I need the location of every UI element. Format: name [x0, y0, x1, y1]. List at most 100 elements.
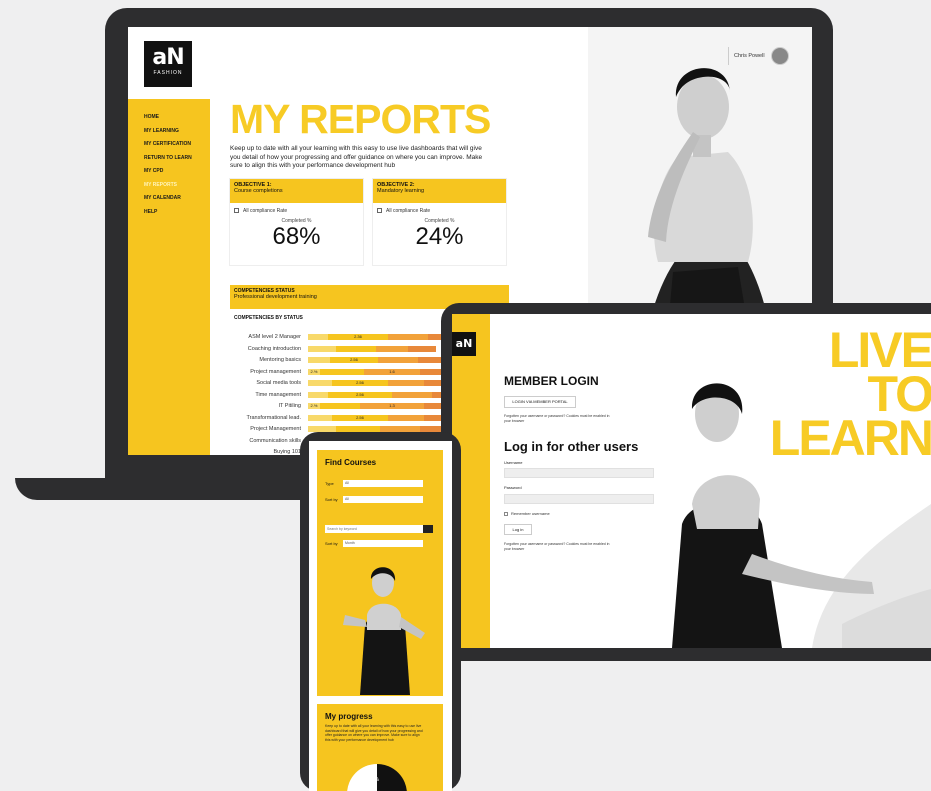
- forgot-credentials-link[interactable]: Forgotten your username or password? Coo…: [504, 414, 614, 424]
- objective-subtitle: Mandatory learning: [377, 188, 425, 194]
- sidebar-item-home[interactable]: HOME: [144, 111, 210, 125]
- competency-bar-segment: [320, 403, 360, 409]
- competency-label: Social media tools: [256, 380, 301, 386]
- checkbox-icon: [234, 208, 239, 214]
- competency-bar-segment: [376, 345, 408, 352]
- competency-bar-segment: [308, 334, 328, 340]
- user-name: Chris Powell: [734, 53, 765, 59]
- tablet-logo[interactable]: aN: [452, 332, 476, 356]
- checkbox-label: All compliance Rate: [243, 208, 288, 214]
- password-field[interactable]: [504, 494, 654, 504]
- checkbox-icon: [377, 208, 382, 214]
- competency-bar-segment: 2.36: [328, 334, 388, 340]
- logo-mark: aN: [152, 45, 184, 70]
- competency-bar: 2.% 1.3: [308, 403, 460, 409]
- checkbox-icon: [504, 511, 508, 516]
- course-search-input[interactable]: Search by keyword: [325, 525, 425, 533]
- remember-username-checkbox[interactable]: Remember username: [504, 511, 550, 516]
- forgot-credentials-link-2[interactable]: Forgotten your username or password? Coo…: [504, 542, 614, 552]
- search-button[interactable]: [423, 525, 433, 533]
- objective-card-2: OBJECTIVE 2: Mandatory learning All comp…: [373, 179, 506, 265]
- competency-bar-segment: 1.6: [364, 368, 420, 375]
- competency-label: Transformational lead.: [246, 414, 301, 421]
- sidebar-item-my-certification[interactable]: MY CERTIFICATION: [144, 138, 210, 152]
- slogan-line: LEARN: [769, 410, 931, 466]
- find-courses-title: Find Courses: [325, 458, 377, 467]
- competency-bar-segment: 2.56: [328, 391, 392, 398]
- sidebar-item-my-cpd[interactable]: MY CPD: [144, 165, 210, 179]
- competency-bar-segment: [388, 380, 424, 386]
- competency-label: Buying 101: [273, 449, 301, 455]
- competency-bar-segment: [388, 334, 428, 340]
- sidebar-nav: HOME MY LEARNING MY CERTIFICATION RETURN…: [128, 99, 210, 455]
- compliance-checkbox[interactable]: All compliance Rate: [373, 203, 506, 214]
- username-label: Username: [504, 460, 523, 465]
- sidebar-item-my-reports[interactable]: MY REPORTS: [144, 179, 210, 193]
- avatar[interactable]: [770, 47, 789, 65]
- phone-screen: Find Courses Type All Sort by All Search…: [309, 441, 452, 791]
- checkbox-label: All compliance Rate: [386, 208, 431, 214]
- remember-label: Remember username: [511, 511, 550, 516]
- logo-subtitle: FASHION: [153, 70, 183, 76]
- competencies-chart-title: COMPETENCIES BY STATUS: [234, 315, 303, 321]
- sidebar-item-my-calendar[interactable]: MY CALENDAR: [144, 192, 210, 206]
- my-progress-title: My progress: [325, 712, 373, 721]
- competency-label: Communication skills: [249, 437, 301, 444]
- sort-label: Sort by: [325, 497, 338, 502]
- other-users-title: Log in for other users: [504, 439, 639, 454]
- sidebar-item-return-to-learn[interactable]: RETURN TO LEARN: [144, 152, 210, 166]
- username-field[interactable]: [504, 468, 654, 478]
- competency-bar: [308, 345, 436, 352]
- competency-bar-segment: 2.%: [308, 368, 320, 375]
- competency-label: Project management: [250, 368, 301, 375]
- competency-bar-segment: [308, 414, 332, 421]
- brand-logo[interactable]: aN FASHION: [144, 41, 192, 87]
- competency-label: Project Management: [250, 426, 301, 432]
- my-progress-text: Keep up to date with all your learning w…: [325, 724, 423, 742]
- tablet-screen: aN LIVE TO LEARN MEMBER LOGIN LOGIN VIA …: [452, 314, 931, 648]
- competency-label: IT Pitiling: [278, 403, 301, 409]
- login-button[interactable]: Log in: [504, 524, 532, 535]
- member-portal-button[interactable]: LOGIN VIA MEMBER PORTAL: [504, 396, 576, 408]
- sidebar-item-my-learning[interactable]: MY LEARNING: [144, 125, 210, 139]
- competency-bar-segment: 2.%: [308, 403, 320, 409]
- sort-label-2: Sort by: [325, 541, 338, 546]
- completed-value: 68%: [272, 223, 321, 250]
- sidebar-item-help[interactable]: HELP: [144, 206, 210, 220]
- type-select[interactable]: All: [343, 480, 423, 487]
- competency-bar-segment: [308, 357, 330, 363]
- type-filter: Type All: [325, 480, 423, 487]
- competency-bar-segment: 2.56: [330, 357, 378, 363]
- competency-bar-segment: [378, 357, 418, 363]
- competency-label: ASM level 2 Manager: [248, 334, 301, 340]
- competency-bar-segment: [308, 380, 332, 386]
- competency-label: Mentoring basics: [259, 357, 301, 363]
- compliance-checkbox[interactable]: All compliance Rate: [230, 203, 363, 214]
- slogan: LIVE TO LEARN: [752, 325, 931, 466]
- page-intro: Keep up to date with all your learning w…: [230, 145, 483, 169]
- objective-card-1: OBJECTIVE 1: Course completions All comp…: [230, 179, 363, 265]
- password-label: Password: [504, 485, 522, 490]
- header-divider: [728, 47, 729, 65]
- competency-bar-segment: [320, 368, 364, 375]
- competency-bar-segment: [408, 345, 436, 352]
- competency-bar-segment: 2.56: [332, 414, 388, 421]
- competency-bar-segment: [392, 391, 432, 398]
- objective-card-header: OBJECTIVE 2: Mandatory learning: [373, 179, 506, 203]
- competency-bar-segment: [308, 391, 328, 398]
- page-title: MY REPORTS: [230, 96, 491, 142]
- competency-bar: 2.% 1.6: [308, 368, 460, 375]
- competency-bar-segment: 2.56: [332, 380, 388, 386]
- competency-label: Time management: [255, 391, 301, 398]
- competency-bar-segment: [388, 414, 424, 421]
- competency-bar-segment: [336, 345, 376, 352]
- type-label: Type: [325, 481, 334, 486]
- sort-select-2[interactable]: Month: [343, 540, 423, 547]
- my-progress-card: My progress Keep up to date with all you…: [317, 704, 443, 791]
- competencies-subtitle: Professional development training: [234, 294, 317, 300]
- sort-select[interactable]: All: [343, 496, 423, 503]
- competency-bar-segment: [308, 345, 336, 352]
- sort-filter-2: Sort by Month: [325, 540, 423, 547]
- phone-model-photo: [325, 555, 441, 695]
- user-menu[interactable]: Chris Powell: [734, 47, 789, 65]
